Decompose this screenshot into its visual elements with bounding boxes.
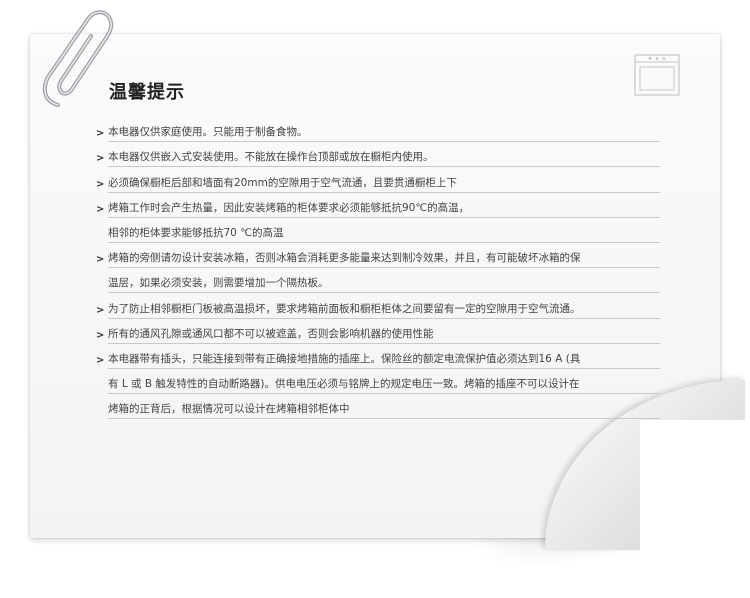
bullet-arrow-icon: > [96,153,105,165]
page-curl-cutout [640,420,750,560]
tip-text: 所有的通风孔隙或通风口都不可以被遮盖，否则会影响机器的使用性能 [108,327,434,340]
rule-line [108,342,660,344]
bullet-arrow-icon: > [96,203,105,215]
tip-item-line: > 所有的通风孔隙或通风口都不可以被遮盖，否则会影响机器的使用性能 [96,320,660,345]
rule-line [108,317,660,319]
tip-text: 烤箱的旁侧请勿设计安装冰箱，否则冰箱会消耗更多能量来达到制冷效果，并且，有可能破… [108,252,581,265]
tip-item-line: 烤箱的正背后，根据情况可以设计在烤箱相邻柜体中 [96,395,660,420]
tip-text: 本电器带有插头，只能连接到带有正确接地措施的插座上。保险丝的额定电流保护值必须达… [108,352,581,365]
page-title: 温馨提示 [109,82,185,103]
tip-item-line: > 烤箱的旁侧请勿设计安装冰箱，否则冰箱会消耗更多能量来达到制冷效果，并且，有可能… [96,244,660,269]
tip-text: 相邻的柜体要求能够抵抗70 ℃的高温 [108,226,284,239]
rule-line [108,216,660,218]
tip-text: 有 L 或 B 触发特性的自动断路器)。供电电压必须与铭牌上的规定电压一致。烤箱… [108,378,580,391]
rule-line [108,393,660,395]
tip-item-line: 温层，如果必须安装，则需要增加一个隔热板。 [96,269,660,294]
tip-item-line: > 为了防止相邻橱柜门板被高温损坏，要求烤箱前面板和橱柜柜体之间要留有一定的空隙用… [96,294,660,319]
tip-text: 烤箱的正背后，根据情况可以设计在烤箱相邻柜体中 [108,403,350,416]
tip-item-line: > 烤箱工作时会产生热量，因此安装烤箱的柜体要求必须能够抵抗90℃的高温， [96,194,660,219]
rule-line [108,267,660,269]
bullet-arrow-icon: > [96,329,105,341]
paperclip-icon [42,10,114,107]
rule-line [108,241,660,243]
tip-text: 本电器仅供嵌入式安装使用。不能放在操作台顶部或放在橱柜内使用。 [108,151,434,164]
tip-item-line: > 必须确保橱柜后部和墙面有20mm的空隙用于空气流通，且要贯通橱柜上下 [96,168,660,193]
rule-line [108,141,660,143]
tips-list: > 本电器仅供家庭使用。只能用于制备食物。 > 本电器仅供嵌入式安装使用。不能放在操作… [96,118,660,420]
bullet-arrow-icon: > [96,254,105,266]
tip-text: 烤箱工作时会产生热量，因此安装烤箱的柜体要求必须能够抵抗90℃的高温， [108,201,470,214]
rule-line [108,292,660,294]
tip-text: 温层，如果必须安装，则需要增加一个隔热板。 [108,277,329,290]
tip-item-line: > 本电器仅供家庭使用。只能用于制备食物。 [96,118,660,143]
rule-line [108,367,660,369]
oven-icon [634,54,680,96]
bullet-arrow-icon: > [96,354,105,366]
tip-text: 为了防止相邻橱柜门板被高温损坏，要求烤箱前面板和橱柜柜体之间要留有一定的空隙用于… [108,302,581,315]
bullet-arrow-icon: > [96,128,105,140]
tip-item-line: 相邻的柜体要求能够抵抗70 ℃的高温 [96,219,660,244]
tip-item-line: 有 L 或 B 触发特性的自动断路器)。供电电压必须与铭牌上的规定电压一致。烤箱… [96,370,660,395]
tip-item-line: > 本电器仅供嵌入式安装使用。不能放在操作台顶部或放在橱柜内使用。 [96,143,660,168]
bullet-arrow-icon: > [96,178,105,190]
rule-line [108,418,660,420]
rule-line [108,166,660,168]
tip-text: 必须确保橱柜后部和墙面有20mm的空隙用于空气流通，且要贯通橱柜上下 [108,176,457,189]
tip-text: 本电器仅供家庭使用。只能用于制备食物。 [108,126,308,139]
tip-item-line: > 本电器带有插头，只能连接到带有正确接地措施的插座上。保险丝的额定电流保护值必须… [96,345,660,370]
rule-line [108,191,660,193]
bullet-arrow-icon: > [96,304,105,316]
